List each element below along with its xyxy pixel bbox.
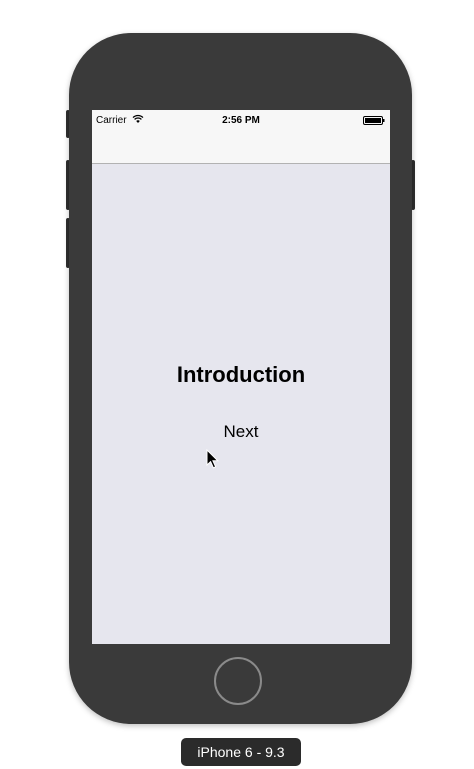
simulator-stage: Carrier 2:56 PM Introduction Next iPhone… — [0, 0, 474, 769]
intro-content: Introduction Next — [92, 164, 390, 644]
page-title: Introduction — [176, 362, 306, 387]
status-bar: Carrier 2:56 PM — [92, 110, 390, 130]
home-button[interactable] — [214, 657, 262, 705]
simulator-device-label: iPhone 6 - 9.3 — [181, 738, 301, 766]
status-time: 2:56 PM — [222, 115, 260, 126]
mouse-pointer-icon — [206, 449, 220, 469]
device-screen: Carrier 2:56 PM Introduction Next — [92, 110, 390, 644]
next-button[interactable]: Next — [201, 420, 281, 444]
navigation-bar — [92, 130, 390, 164]
battery-full-icon — [363, 116, 385, 125]
